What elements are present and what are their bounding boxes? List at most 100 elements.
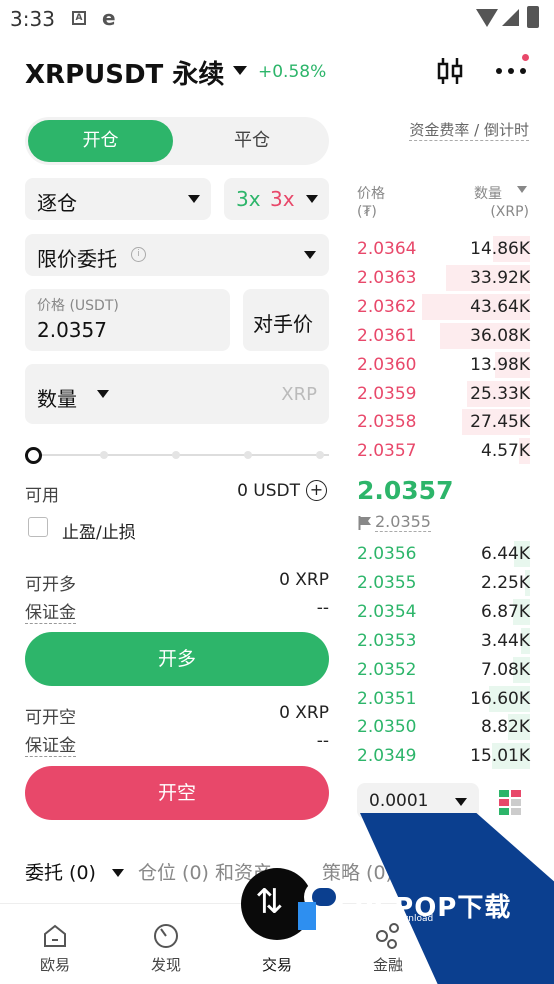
orderbook-price: 2.0349 (357, 746, 417, 767)
tab-open-position[interactable]: 开仓 (28, 120, 173, 162)
chevron-down-icon[interactable] (97, 390, 109, 398)
tab-orders[interactable]: 委托 (0) (25, 858, 96, 885)
orderbook-row[interactable]: 2.0349 15.01K (357, 742, 530, 770)
orderbook-price: 2.0350 (357, 717, 417, 738)
pair-dropdown-icon[interactable] (233, 66, 247, 75)
orderbook-qty: 14.86K (470, 239, 530, 259)
orderbook-qty-unit: (XRP) (490, 204, 529, 220)
browser-e-icon: e (102, 6, 116, 30)
long-margin-label[interactable]: 保证金 (25, 598, 76, 624)
nav-item-discover[interactable]: 发现 (111, 904, 221, 984)
orderbook-row[interactable]: 2.0353 3.44K (357, 627, 530, 655)
leverage-select[interactable]: 3x 3x (224, 178, 329, 220)
position-tabs: 开仓 平仓 (25, 117, 329, 165)
chevron-down-icon (304, 251, 316, 259)
orderbook-qty: 16.60K (470, 688, 530, 709)
notification-a-icon: A (72, 11, 86, 25)
price-value: 2.0357 (37, 318, 107, 342)
orderbook-row[interactable]: 2.0356 6.44K (357, 540, 530, 568)
slider-tick[interactable] (316, 451, 324, 459)
chevron-down-icon (188, 195, 200, 203)
pair-title[interactable]: XRPUSDT 永续 (25, 54, 224, 91)
short-margin-label[interactable]: 保证金 (25, 731, 76, 757)
nav-label-home: 欧易 (39, 956, 70, 974)
orderbook-row[interactable]: 2.0355 2.25K (357, 569, 530, 597)
open-short-button[interactable]: 开空 (25, 766, 329, 820)
order-type-select[interactable]: 限价委托 i (25, 234, 329, 276)
orderbook-row[interactable]: 2.0358 27.45K (357, 408, 530, 436)
orderbook-qty: 13.98K (470, 354, 530, 375)
orderbook-row[interactable]: 2.0351 16.60K (357, 685, 530, 713)
orderbook-qty: 43.64K (470, 296, 530, 317)
price-input[interactable]: 价格 (USDT) 2.0357 (25, 289, 230, 351)
orderbook-row[interactable]: 2.0352 7.08K (357, 656, 530, 684)
funding-rate-link[interactable]: 资金费率 / 倒计时 (409, 119, 529, 141)
price-label: 价格 (USDT) (37, 298, 119, 314)
orderbook-price: 2.0351 (357, 688, 417, 709)
orderbook-row[interactable]: 2.0350 8.82K (357, 713, 530, 741)
orderbook-price: 2.0355 (357, 572, 417, 593)
orderbook-row[interactable]: 2.0364 14.86K (357, 235, 530, 263)
orderbook-price: 2.0356 (357, 544, 417, 564)
open-long-button[interactable]: 开多 (25, 632, 329, 686)
quantity-slider[interactable] (36, 454, 329, 456)
watermark-subtext: PCPOP Download (356, 914, 434, 924)
orderbook-price-header: 价格 (357, 186, 385, 202)
long-available-label: 可开多 (25, 575, 76, 595)
slider-tick[interactable] (244, 451, 252, 459)
orderbook-row[interactable]: 2.0360 13.98K (357, 351, 530, 379)
orderbook-qty: 3.44K (481, 630, 530, 651)
last-price[interactable]: 2.0357 (357, 476, 453, 505)
orderbook-qty: 8.82K (481, 717, 530, 738)
nav-item-home[interactable]: 欧易 (0, 904, 110, 984)
wifi-icon (476, 9, 498, 27)
chevron-down-icon[interactable] (517, 186, 527, 193)
orderbook-price: 2.0359 (357, 383, 417, 404)
flag-icon (358, 516, 371, 530)
orderbook-row[interactable]: 2.0362 43.64K (357, 293, 530, 321)
orderbook-qty: 25.33K (470, 383, 530, 404)
slider-tick[interactable] (100, 451, 108, 459)
slider-tick[interactable] (172, 451, 180, 459)
chevron-down-icon (455, 798, 467, 806)
margin-mode-select[interactable]: 逐仓 (25, 178, 211, 220)
orderbook-price: 2.0353 (357, 630, 417, 651)
orderbook-row[interactable]: 2.0361 36.08K (357, 322, 530, 350)
slider-handle[interactable] (25, 447, 42, 464)
status-bar: 3:33 A e (0, 0, 554, 38)
orderbook-qty: 33.92K (470, 267, 530, 288)
orderbook-price: 2.0358 (357, 412, 417, 433)
swap-arrows-icon: ⇅ (255, 882, 284, 922)
short-margin-value: -- (316, 731, 329, 751)
nav-label-trade: 交易 (261, 956, 292, 974)
quantity-unit: XRP (281, 384, 317, 405)
orderbook-row[interactable]: 2.0354 6.87K (357, 598, 530, 626)
plus-circle-icon[interactable]: + (306, 480, 327, 501)
orderbook-row[interactable]: 2.0357 4.57K (357, 437, 530, 465)
orderbook-qty: 7.08K (481, 659, 530, 680)
nav-label-discover: 发现 (150, 956, 181, 974)
orderbook-price: 2.0361 (357, 325, 417, 346)
tpsl-label[interactable]: 止盈/止损 (62, 518, 136, 543)
orderbook-price-unit: (₮) (357, 204, 377, 220)
counterparty-price-button[interactable]: 对手价 (243, 289, 329, 351)
order-type-value: 限价委托 (37, 247, 117, 271)
orderbook-row[interactable]: 2.0359 25.33K (357, 380, 530, 408)
quantity-input[interactable]: 数量 XRP (25, 364, 329, 424)
mark-price[interactable]: 2.0355 (375, 512, 431, 532)
chevron-down-icon[interactable] (112, 869, 124, 877)
orderbook-qty: 2.25K (481, 572, 530, 593)
candlestick-icon[interactable] (436, 56, 464, 86)
info-icon[interactable]: i (131, 247, 146, 262)
orderbook-qty-header[interactable]: 数量 (474, 183, 502, 203)
discover-icon (154, 924, 178, 948)
tab-close-position[interactable]: 平仓 (177, 120, 327, 162)
signal-icon (502, 9, 519, 26)
orderbook-row[interactable]: 2.0363 33.92K (357, 264, 530, 292)
more-icon[interactable] (496, 68, 528, 76)
depth-view-icon[interactable] (499, 788, 523, 815)
orderbook-price: 2.0360 (357, 354, 417, 375)
tpsl-checkbox[interactable] (28, 517, 48, 537)
precision-value: 0.0001 (369, 791, 429, 811)
status-time: 3:33 (10, 7, 55, 31)
